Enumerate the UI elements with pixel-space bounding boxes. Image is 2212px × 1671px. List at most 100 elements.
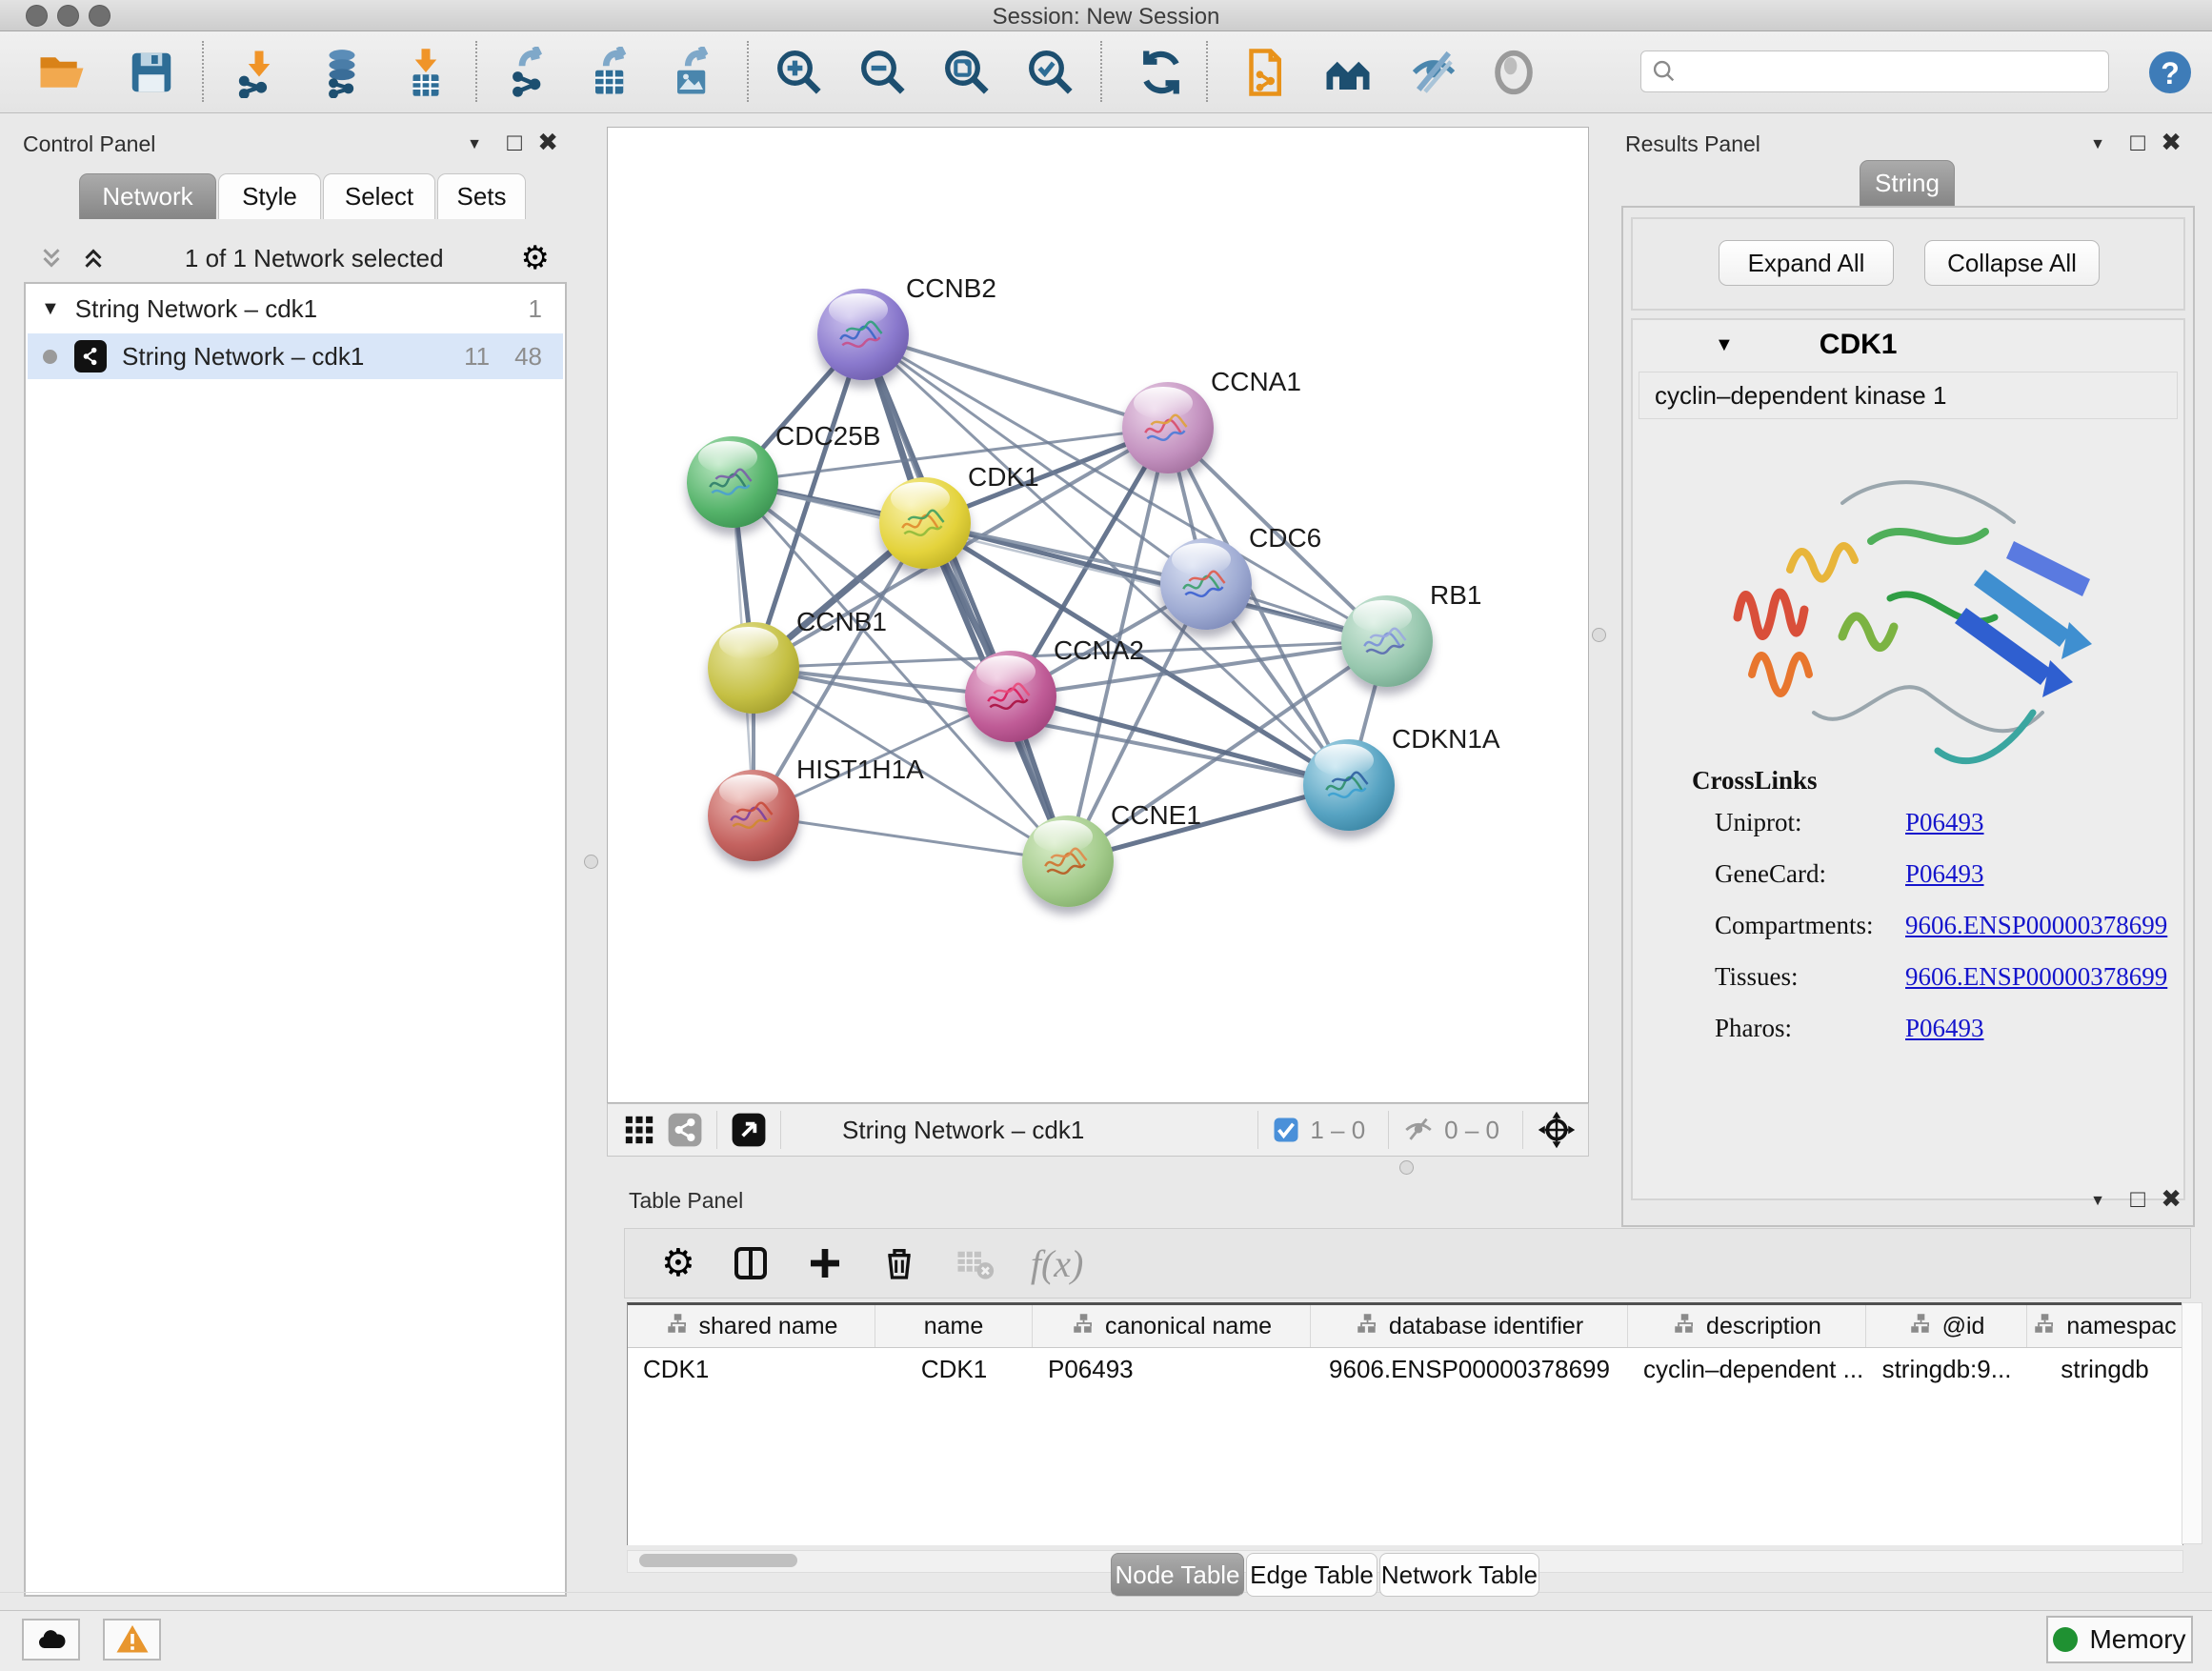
- save-session-icon[interactable]: [126, 47, 177, 98]
- table-cell[interactable]: stringdb: [2027, 1348, 2182, 1390]
- network-node-rb1[interactable]: [1341, 595, 1433, 687]
- network-node-hist1h1a[interactable]: [708, 770, 799, 861]
- export-image-icon[interactable]: [669, 47, 720, 98]
- collapse-all-icon[interactable]: [37, 244, 66, 272]
- birds-eye-view-icon[interactable]: [623, 1114, 655, 1146]
- zoom-selected-icon[interactable]: [1025, 47, 1076, 98]
- network-node-ccne1[interactable]: [1022, 815, 1114, 907]
- table-cell[interactable]: P06493: [1033, 1348, 1311, 1390]
- crosslink-link[interactable]: 9606.ENSP00000378699: [1905, 962, 2167, 992]
- network-edge[interactable]: [1011, 696, 1349, 785]
- column-header-namespac[interactable]: namespac: [2027, 1305, 2182, 1347]
- export-network-icon[interactable]: [505, 47, 556, 98]
- fit-content-crosshair-icon[interactable]: [1537, 1110, 1577, 1150]
- zoom-in-icon[interactable]: [774, 47, 825, 98]
- hide-glass-icon[interactable]: [1408, 47, 1459, 98]
- selected-checkbox-icon[interactable]: [1272, 1116, 1300, 1144]
- column-header-canonical-name[interactable]: canonical name: [1033, 1305, 1311, 1347]
- crosslink-link[interactable]: P06493: [1905, 859, 1984, 889]
- network-edge[interactable]: [863, 334, 1168, 428]
- show-glass-icon[interactable]: [1488, 47, 1539, 98]
- table-cell[interactable]: CDK1: [628, 1348, 875, 1390]
- crosslink-link[interactable]: P06493: [1905, 808, 1984, 837]
- vertical-splitter-handle[interactable]: [1592, 628, 1606, 642]
- network-collection-row[interactable]: ▼ String Network – cdk1 1: [28, 286, 563, 332]
- string-home-icon[interactable]: [1322, 47, 1374, 98]
- search-input[interactable]: [1678, 57, 2081, 86]
- string-import-document-icon[interactable]: [1238, 47, 1290, 98]
- refresh-icon[interactable]: [1136, 47, 1187, 98]
- network-node-cdkn1a[interactable]: [1303, 739, 1395, 831]
- network-node-cdc25b[interactable]: [687, 436, 778, 528]
- vertical-splitter-handle[interactable]: [584, 855, 598, 869]
- table-options-gear-icon[interactable]: ⚙: [661, 1244, 695, 1282]
- network-node-ccnb2[interactable]: [817, 289, 909, 380]
- import-network-file-icon[interactable]: [233, 47, 285, 98]
- open-in-new-window-icon[interactable]: [731, 1112, 767, 1148]
- tab-select[interactable]: Select: [323, 173, 435, 219]
- tab-style[interactable]: Style: [218, 173, 321, 219]
- show-columns-icon[interactable]: [732, 1244, 770, 1282]
- close-panel-icon[interactable]: ✖: [537, 130, 558, 154]
- collection-expander-icon[interactable]: ▼: [41, 299, 60, 318]
- network-edge[interactable]: [754, 815, 1068, 861]
- column-header-name[interactable]: name: [875, 1305, 1033, 1347]
- help-icon[interactable]: ?: [2147, 50, 2193, 95]
- vertical-scrollbar[interactable]: [2182, 1302, 2202, 1544]
- tab-network-table[interactable]: Network Table: [1379, 1553, 1539, 1597]
- tab-network[interactable]: Network: [79, 173, 216, 219]
- column-header-shared-name[interactable]: shared name: [628, 1305, 875, 1347]
- panel-menu-icon[interactable]: ▼: [2090, 137, 2105, 152]
- table-cell[interactable]: CDK1: [875, 1348, 1033, 1390]
- column-header-id[interactable]: @id: [1866, 1305, 2027, 1347]
- warnings-button[interactable]: [103, 1619, 161, 1661]
- network-node-ccna2[interactable]: [965, 651, 1056, 742]
- zoom-fit-icon[interactable]: [941, 47, 993, 98]
- table-cell[interactable]: 9606.ENSP00000378699: [1311, 1348, 1628, 1390]
- hidden-eye-icon[interactable]: [1402, 1114, 1435, 1146]
- open-session-icon[interactable]: [36, 47, 88, 98]
- tab-sets[interactable]: Sets: [437, 173, 526, 219]
- zoom-out-icon[interactable]: [857, 47, 909, 98]
- add-column-icon[interactable]: [806, 1244, 844, 1282]
- table-cell[interactable]: stringdb:9...: [1866, 1348, 2027, 1390]
- network-share-icon[interactable]: [667, 1112, 703, 1148]
- float-panel-icon[interactable]: □: [2130, 1186, 2145, 1211]
- cloud-button[interactable]: [22, 1619, 80, 1661]
- network-row[interactable]: String Network – cdk1 11 48: [28, 333, 563, 379]
- column-header-database-identifier[interactable]: database identifier: [1311, 1305, 1628, 1347]
- import-table-file-icon[interactable]: [400, 47, 452, 98]
- table-row[interactable]: CDK1CDK1P064939606.ENSP00000378699cyclin…: [628, 1348, 2182, 1390]
- expand-all-icon[interactable]: [79, 244, 108, 272]
- network-node-cdc6[interactable]: [1160, 538, 1252, 630]
- delete-column-icon[interactable]: [880, 1244, 918, 1282]
- options-gear-icon[interactable]: ⚙: [521, 242, 550, 274]
- panel-menu-icon[interactable]: ▼: [467, 137, 482, 152]
- close-panel-icon[interactable]: ✖: [2161, 130, 2182, 154]
- import-network-database-icon[interactable]: [316, 47, 368, 98]
- search-box[interactable]: [1640, 50, 2109, 92]
- tab-node-table[interactable]: Node Table: [1111, 1553, 1244, 1597]
- network-node-ccnb1[interactable]: [708, 622, 799, 714]
- export-table-icon[interactable]: [587, 47, 638, 98]
- float-panel-icon[interactable]: □: [2130, 130, 2145, 154]
- network-canvas[interactable]: CCNB2CCNA1CDC25BCDK1CDC6RB1CCNB1CCNA2CDK…: [607, 127, 1589, 1103]
- table-cell[interactable]: cyclin–dependent ...: [1628, 1348, 1866, 1390]
- section-expander-icon[interactable]: ▼: [1715, 335, 1734, 354]
- node-section-header[interactable]: ▼ CDK1: [1633, 320, 2183, 370]
- float-panel-icon[interactable]: □: [507, 130, 522, 154]
- close-panel-icon[interactable]: ✖: [2161, 1186, 2182, 1211]
- panel-menu-icon[interactable]: ▼: [2090, 1194, 2105, 1209]
- crosslink-link[interactable]: P06493: [1905, 1014, 1984, 1043]
- crosslink-link[interactable]: 9606.ENSP00000378699: [1905, 911, 2167, 940]
- network-node-ccna1[interactable]: [1122, 382, 1214, 473]
- horizontal-splitter-handle[interactable]: [1399, 1160, 1414, 1175]
- collapse-all-button[interactable]: Collapse All: [1924, 240, 2100, 286]
- tab-edge-table[interactable]: Edge Table: [1246, 1553, 1377, 1597]
- tab-string[interactable]: String: [1860, 160, 1955, 206]
- expand-all-button[interactable]: Expand All: [1719, 240, 1894, 286]
- network-node-cdk1[interactable]: [879, 477, 971, 569]
- memory-button[interactable]: Memory: [2046, 1616, 2193, 1663]
- scrollbar-thumb[interactable]: [639, 1554, 797, 1567]
- column-header-description[interactable]: description: [1628, 1305, 1866, 1347]
